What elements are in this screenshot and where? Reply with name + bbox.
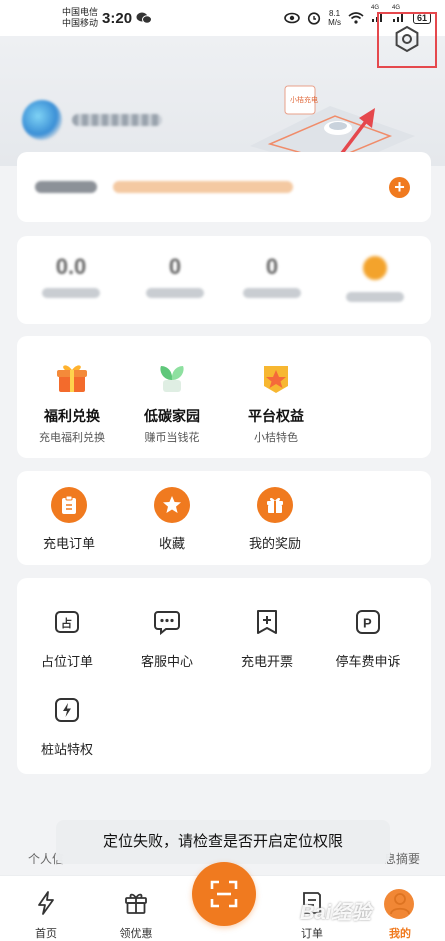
- svg-text:P: P: [363, 616, 372, 631]
- benefit-subtitle: 赚币当钱花: [144, 432, 200, 444]
- stat-item[interactable]: 0: [135, 254, 215, 298]
- service-station-privilege[interactable]: 桩站特权: [17, 696, 117, 758]
- carrier-1: 中国电信: [62, 7, 99, 17]
- charging-order-button[interactable]: 充电订单: [19, 487, 119, 552]
- settings-icon[interactable]: [393, 25, 421, 53]
- order-icon-circle: [257, 487, 293, 523]
- scan-icon: [210, 880, 238, 908]
- net-speed-value: 8.1: [328, 9, 341, 18]
- service-charging-invoice[interactable]: 充电开票: [217, 608, 317, 670]
- benefits-card: 福利兑换 充电福利兑换 低碳家园 赚币当钱花 平台权益 小桔特色: [17, 336, 431, 458]
- alarm-icon: [307, 12, 321, 25]
- parking-icon: P: [356, 610, 380, 634]
- location-failed-toast: 定位失败，请检查是否开启定位权限: [56, 820, 390, 864]
- stat-value: 0.0: [55, 254, 87, 279]
- clock: 3:20: [102, 9, 133, 27]
- service-parking-appeal[interactable]: P 停车费申诉: [318, 608, 418, 670]
- eye-icon: [284, 12, 300, 24]
- carrier-info: 中国电信 中国移动: [62, 7, 98, 29]
- clipboard-icon: [62, 495, 76, 514]
- wifi-icon: [348, 12, 364, 24]
- stat-item[interactable]: 0.0: [31, 254, 111, 298]
- member-desc-blurred: [113, 181, 293, 193]
- stat-label-blurred: [346, 292, 404, 302]
- coin-icon: [363, 256, 387, 280]
- invoice-icon: [257, 610, 277, 634]
- tab-home[interactable]: 首页: [16, 890, 76, 941]
- scan-button[interactable]: [192, 862, 256, 926]
- order-label: 收藏: [158, 536, 185, 551]
- signal-2-label: 4G: [391, 5, 400, 11]
- orders-card: 充电订单 收藏 我的奖励: [17, 471, 431, 565]
- stat-item[interactable]: 0: [232, 254, 312, 298]
- svg-text:占: 占: [61, 616, 72, 630]
- service-label: 桩站特权: [40, 742, 93, 757]
- tab-label: 订单: [301, 928, 323, 940]
- mine-active-badge: [384, 889, 414, 919]
- wechat-icon: [136, 12, 153, 24]
- carrier-2: 中国移动: [62, 18, 99, 28]
- stat-value: 0: [265, 254, 279, 279]
- benefit-title: 低碳家园: [144, 408, 200, 424]
- stat-label-blurred: [146, 288, 204, 298]
- benefit-title: 平台权益: [248, 408, 304, 424]
- stat-value: 0: [168, 254, 182, 279]
- stat-label-blurred: [243, 288, 301, 298]
- gift-icon: [267, 497, 283, 513]
- member-title-blurred: [35, 181, 97, 193]
- benefit-subtitle: 小桔特色: [254, 432, 298, 444]
- member-card[interactable]: +: [17, 152, 431, 222]
- lightning-icon: [38, 891, 54, 915]
- gift-icon: [57, 365, 87, 392]
- star-icon: [163, 496, 181, 513]
- service-customer-center[interactable]: 客服中心: [117, 608, 217, 670]
- net-speed-unit: M/s: [328, 18, 341, 27]
- service-label: 占位订单: [40, 654, 93, 669]
- stat-label-blurred: [42, 288, 100, 298]
- signal-1-label: 4G: [370, 5, 379, 11]
- service-label: 停车费申诉: [335, 654, 401, 669]
- benefit-title: 福利兑换: [44, 408, 100, 424]
- watermark-text: Bai经验: [300, 902, 372, 924]
- chat-icon: [154, 611, 180, 636]
- benefit-subtitle: 充电福利兑换: [39, 432, 105, 444]
- service-occupy-order[interactable]: 占 占位订单: [17, 608, 117, 670]
- avatar[interactable]: [22, 100, 62, 140]
- order-label: 我的奖励: [248, 536, 301, 551]
- order-icon-circle: [154, 487, 190, 523]
- lightning-icon: [55, 698, 79, 722]
- tab-label: 我的: [389, 928, 411, 940]
- benefit-item-low-carbon-home[interactable]: 低碳家园 赚币当钱花: [117, 360, 227, 445]
- benefit-item-welfare-exchange[interactable]: 福利兑换 充电福利兑换: [17, 360, 127, 445]
- benefit-item-platform-rights[interactable]: 平台权益 小桔特色: [221, 360, 331, 445]
- service-label: 充电开票: [240, 654, 293, 669]
- stats-card: 0.0 0 0: [17, 236, 431, 324]
- order-label: 充电订单: [42, 536, 95, 551]
- favorites-button[interactable]: 收藏: [122, 487, 222, 552]
- tab-coupons[interactable]: 领优惠: [106, 890, 166, 941]
- service-label: 客服中心: [140, 654, 193, 669]
- gift-icon: [125, 893, 147, 914]
- star-badge-icon: [264, 366, 288, 393]
- add-button[interactable]: +: [389, 177, 410, 198]
- username-blurred[interactable]: [72, 114, 162, 126]
- tab-label: 首页: [35, 928, 57, 940]
- net-speed: 8.1 M/s: [328, 9, 341, 27]
- occupy-order-icon: 占: [55, 611, 79, 633]
- my-rewards-button[interactable]: 我的奖励: [225, 487, 325, 552]
- sprout-icon: [160, 366, 184, 392]
- order-icon-circle: [51, 487, 87, 523]
- services-card: 占 占位订单 客服中心 充电开票 P 停车费申诉 桩站特权: [17, 578, 431, 774]
- tab-label: 领优惠: [119, 928, 153, 940]
- stat-item[interactable]: [335, 254, 415, 302]
